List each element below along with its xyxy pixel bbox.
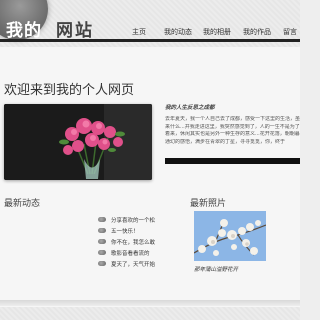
article-subtitle: 我的人生反思之成都	[165, 105, 215, 111]
list-item[interactable]: 夏天了，天气开始	[98, 258, 159, 269]
list-item[interactable]: 分享喜欢的一个松	[98, 214, 159, 225]
news-item-text[interactable]: 歌影音看看流的	[111, 249, 159, 257]
news-item-text[interactable]: 五一快乐！	[111, 227, 159, 235]
nav-works[interactable]: 我的作品	[243, 27, 283, 37]
photo-caption: 那年蒲山溢野花开	[194, 267, 239, 273]
article-line: 去年夏天，我一个人自己去了成都，感受一下这里的生活，虽然说来	[165, 116, 300, 122]
hero-flower-image	[4, 104, 152, 180]
main-nav: 主页 我的动态 我的相册 我的作品 留言	[132, 27, 297, 37]
latest-photo-thumbnail[interactable]	[194, 211, 266, 261]
bullet-icon	[98, 239, 106, 244]
flower-illustration	[4, 104, 152, 180]
bullet-icon	[98, 250, 106, 255]
article-bar	[165, 158, 300, 164]
logo-text-2[interactable]: 网站	[56, 16, 94, 41]
page-title: 欢迎来到我的个人网页	[4, 83, 135, 98]
blossom-illustration	[194, 211, 266, 261]
footer-divider	[0, 300, 300, 306]
news-item-text[interactable]: 你不在，我怎么敢	[111, 238, 159, 246]
article-line: 来什么...并我走进这里，我突然感觉到了，人的一生不是为了活	[165, 123, 300, 130]
news-item-text[interactable]: 分享喜欢的一个松	[111, 216, 159, 224]
article-line: 通幻的感悟，满步在青翠的丁星，寻寻觅觅，你，终于	[165, 138, 286, 145]
bullet-icon	[98, 261, 106, 266]
news-section-title: 最新动态	[4, 199, 41, 209]
nav-guestbook[interactable]: 留言	[283, 27, 297, 37]
nav-home[interactable]: 主页	[132, 27, 164, 37]
news-list: 分享喜欢的一个松 五一快乐！ 你不在，我怎么敢 歌影音看看流的 夏天了，天气开始	[98, 214, 159, 269]
bullet-icon	[98, 217, 106, 222]
news-item-text[interactable]: 夏天了，天气开始	[111, 260, 159, 268]
bullet-icon	[98, 228, 106, 233]
photos-section-title: 最新照片	[190, 199, 227, 209]
article-line: 着来，休闲其实也是另外一种生存的意义...花开花落，朝朝暮暮，	[165, 131, 300, 137]
nav-album[interactable]: 我的相册	[203, 27, 243, 37]
site-header: 我的 网站 主页 我的动态 我的相册 我的作品 留言	[0, 0, 300, 44]
article-text: 去年夏天，我一个人自己去了成都，感受一下这里的生活，虽然说来 来什么...并我走…	[165, 116, 300, 156]
nav-updates[interactable]: 我的动态	[164, 27, 203, 37]
list-item[interactable]: 你不在，我怎么敢	[98, 236, 159, 247]
list-item[interactable]: 五一快乐！	[98, 225, 159, 236]
header-divider	[0, 39, 300, 42]
logo-text-1[interactable]: 我的	[6, 16, 42, 41]
list-item[interactable]: 歌影音看看流的	[98, 247, 159, 258]
